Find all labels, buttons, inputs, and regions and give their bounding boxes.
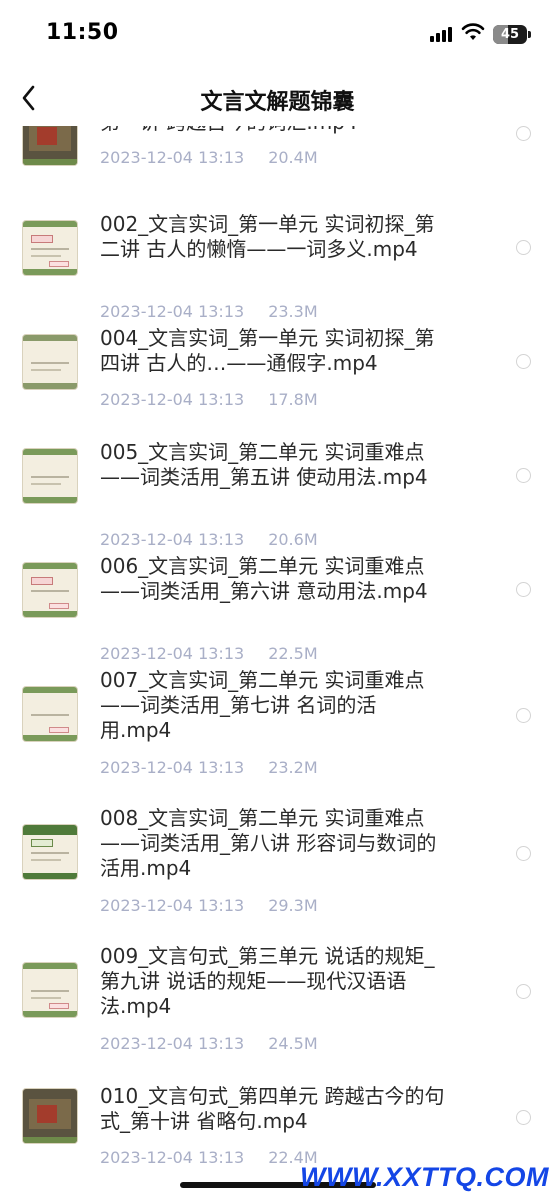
file-meta: 2023-12-04 13:13 20.6M xyxy=(100,530,318,549)
list-item[interactable]: 006_文言实词_第二单元 实词重难点——词类活用_第六讲 意动用法.mp4 2… xyxy=(0,554,555,664)
battery-percent: 45 xyxy=(500,27,520,42)
select-radio[interactable] xyxy=(516,468,531,483)
cellular-signal-icon xyxy=(430,26,454,42)
file-date: 2023-12-04 13:13 xyxy=(100,896,245,915)
file-size: 23.2M xyxy=(268,758,318,777)
list-item[interactable]: 009_文言句式_第三单元 说话的规矩_第九讲 说话的规矩——现代汉语语法.mp… xyxy=(0,944,555,1054)
video-thumbnail xyxy=(22,448,78,504)
list-item[interactable]: 010_文言句式_第四单元 跨越古今的句式_第十讲 省略句.mp4 2023-1… xyxy=(0,1084,555,1174)
watermark-text: WWW.XXTTQ.COM xyxy=(300,1162,549,1192)
file-meta: 2023-12-04 13:13 20.4M xyxy=(100,148,318,167)
file-size: 23.3M xyxy=(268,302,318,321)
file-size: 29.3M xyxy=(268,896,318,915)
file-meta: 2023-12-04 13:13 17.8M xyxy=(100,390,318,409)
file-list[interactable]: 第一讲 跨越古今的词汇.mp4 2023-12-04 13:13 20.4M 00… xyxy=(0,126,555,1200)
file-title: 010_文言句式_第四单元 跨越古今的句式_第十讲 省略句.mp4 xyxy=(100,1084,445,1133)
page-title: 文言文解题锦囊 xyxy=(200,90,355,115)
video-thumbnail xyxy=(22,562,78,618)
list-item[interactable]: 005_文言实词_第二单元 实词重难点——词类活用_第五讲 使动用法.mp4 2… xyxy=(0,440,555,550)
wifi-icon xyxy=(461,23,485,40)
video-thumbnail xyxy=(22,1088,78,1144)
select-radio[interactable] xyxy=(516,240,531,255)
file-title: 008_文言实词_第二单元 实词重难点——词类活用_第八讲 形容词与数词的活用.… xyxy=(100,806,437,880)
file-date: 2023-12-04 13:13 xyxy=(100,302,245,321)
video-thumbnail xyxy=(22,126,78,166)
file-size: 24.5M xyxy=(268,1034,318,1053)
file-title: 004_文言实词_第一单元 实词初探_第四讲 古人的…——通假字.mp4 xyxy=(100,326,435,375)
video-thumbnail xyxy=(22,220,78,276)
list-item[interactable]: 007_文言实词_第二单元 实词重难点——词类活用_第七讲 名词的活用.mp4 … xyxy=(0,668,555,778)
file-size: 20.4M xyxy=(268,148,318,167)
file-title: 009_文言句式_第三单元 说话的规矩_第九讲 说话的规矩——现代汉语语法.mp… xyxy=(100,944,435,1018)
file-title: 006_文言实词_第二单元 实词重难点——词类活用_第六讲 意动用法.mp4 xyxy=(100,554,428,603)
select-radio[interactable] xyxy=(516,984,531,999)
video-thumbnail xyxy=(22,824,78,880)
file-meta: 2023-12-04 13:13 22.5M xyxy=(100,644,318,663)
select-radio[interactable] xyxy=(516,582,531,597)
file-date: 2023-12-04 13:13 xyxy=(100,530,245,549)
status-time: 11:50 xyxy=(46,20,119,45)
file-title: 002_文言实词_第一单元 实词初探_第二讲 古人的懒惰——一词多义.mp4 xyxy=(100,212,435,261)
select-radio[interactable] xyxy=(516,1110,531,1125)
list-item[interactable]: 第一讲 跨越古今的词汇.mp4 2023-12-04 13:13 20.4M xyxy=(0,126,555,200)
file-meta: 2023-12-04 13:13 24.5M xyxy=(100,1034,318,1053)
select-radio[interactable] xyxy=(516,354,531,369)
battery-icon: 45 xyxy=(493,25,531,44)
file-date: 2023-12-04 13:13 xyxy=(100,1148,245,1167)
video-thumbnail xyxy=(22,686,78,742)
file-size: 17.8M xyxy=(268,390,318,409)
status-bar: 11:50 45 xyxy=(0,0,555,70)
select-radio[interactable] xyxy=(516,708,531,723)
file-date: 2023-12-04 13:13 xyxy=(100,1034,245,1053)
file-size: 20.6M xyxy=(268,530,318,549)
file-meta: 2023-12-04 13:13 23.3M xyxy=(100,302,318,321)
list-item[interactable]: 002_文言实词_第一单元 实词初探_第二讲 古人的懒惰——一词多义.mp4 2… xyxy=(0,212,555,322)
list-item[interactable]: 008_文言实词_第二单元 实词重难点——词类活用_第八讲 形容词与数词的活用.… xyxy=(0,806,555,916)
file-date: 2023-12-04 13:13 xyxy=(100,148,245,167)
file-size: 22.5M xyxy=(268,644,318,663)
nav-bar: 文言文解题锦囊 xyxy=(0,70,555,126)
file-date: 2023-12-04 13:13 xyxy=(100,758,245,777)
file-meta: 2023-12-04 13:13 23.2M xyxy=(100,758,318,777)
file-meta: 2023-12-04 13:13 22.4M xyxy=(100,1148,318,1167)
list-item[interactable]: 004_文言实词_第一单元 实词初探_第四讲 古人的…——通假字.mp4 202… xyxy=(0,326,555,416)
video-thumbnail xyxy=(22,962,78,1018)
video-thumbnail xyxy=(22,334,78,390)
file-title: 005_文言实词_第二单元 实词重难点——词类活用_第五讲 使动用法.mp4 xyxy=(100,440,428,489)
file-date: 2023-12-04 13:13 xyxy=(100,644,245,663)
file-date: 2023-12-04 13:13 xyxy=(100,390,245,409)
file-title: 第一讲 跨越古今的词汇.mp4 xyxy=(100,126,445,135)
select-radio[interactable] xyxy=(516,126,531,141)
file-title: 007_文言实词_第二单元 实词重难点——词类活用_第七讲 名词的活用.mp4 xyxy=(100,668,425,742)
file-meta: 2023-12-04 13:13 29.3M xyxy=(100,896,318,915)
select-radio[interactable] xyxy=(516,846,531,861)
